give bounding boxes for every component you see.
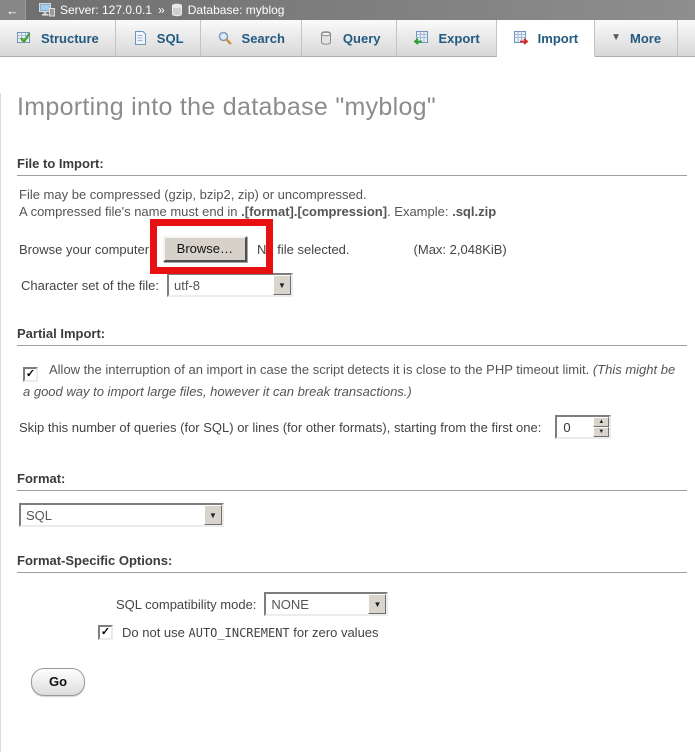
skip-queries-row: Skip this number of queries (for SQL) or… [1,413,695,441]
spinner-buttons: ▲ ▼ [593,417,609,437]
auto-increment-row: ✓ Do not use AUTO_INCREMENT for zero val… [98,625,695,640]
sql-compat-label: SQL compatibility mode: [116,597,256,612]
section-heading-partial-import: Partial Import: [17,326,687,346]
tab-label: Structure [41,31,99,46]
skip-queries-label: Skip this number of queries (for SQL) or… [19,420,541,435]
section-heading-format: Format: [17,471,687,491]
skip-queries-value: 0 [557,417,593,437]
compression-note: File may be compressed (gzip, bzip2, zip… [19,186,687,220]
auto-increment-keyword: AUTO_INCREMENT [189,626,290,640]
tab-label: Import [538,31,578,46]
sql-compat-select[interactable]: NONE ▼ [264,592,388,616]
check-icon: ✓ [101,627,110,638]
tab-export[interactable]: Export [397,20,496,57]
query-database-icon [318,30,334,46]
tab-sql[interactable]: SQL [116,20,201,57]
page-title: Importing into the database "myblog" [17,93,695,122]
tab-search[interactable]: Search [201,20,302,57]
sql-icon [132,30,148,46]
charset-selected-value: utf-8 [169,275,273,295]
auto-increment-label: Do not use AUTO_INCREMENT for zero value… [122,625,379,640]
charset-select[interactable]: utf-8 ▼ [167,273,293,297]
sql-compat-selected-value: NONE [266,594,368,614]
spinner-up-button[interactable]: ▲ [593,417,609,427]
section-heading-format-options: Format-Specific Options: [17,553,687,573]
format-select[interactable]: SQL ▼ [19,503,224,527]
skip-queries-input[interactable]: 0 ▲ ▼ [555,415,611,439]
back-arrow-icon: ← [6,3,19,18]
tab-query[interactable]: Query [302,20,398,57]
search-icon [217,30,233,46]
tabbar-spacer [678,20,695,57]
compression-note-line1: File may be compressed (gzip, bzip2, zip… [19,187,367,202]
allow-interrupt-row: ✓ Allow the interruption of an import in … [23,360,685,401]
browse-button[interactable]: Browse… [163,236,247,262]
tab-structure[interactable]: Structure [0,20,116,57]
go-button[interactable]: Go [31,668,85,696]
tab-label: More [630,31,661,46]
import-form: Importing into the database "myblog" Fil… [0,93,695,752]
compression-note-mid: . Example: [387,204,452,219]
tab-bar: Structure SQL Search [0,20,695,57]
tab-more[interactable]: ▼ More [595,20,678,57]
format-selected-value: SQL [21,505,204,525]
structure-icon [16,30,32,46]
tab-label: Query [343,31,381,46]
back-button[interactable]: ← [0,0,26,20]
check-icon: ✓ [26,369,35,380]
tab-label: SQL [157,31,184,46]
import-icon [513,30,529,46]
section-heading-file-to-import: File to Import: [17,156,687,176]
dropdown-arrow-icon: ▼ [368,594,386,614]
auto-increment-prefix: Do not use [122,625,189,640]
auto-increment-suffix: for zero values [290,625,379,640]
database-icon [171,3,183,17]
charset-row: Character set of the file: utf-8 ▼ [1,270,695,300]
max-upload-size-text: (Max: 2,048KiB) [414,242,507,257]
export-icon [413,30,429,46]
breadcrumb-bar: ← Server: 127.0.0.1 » Database: myblog [0,0,695,20]
dropdown-arrow-icon: ▼ [204,505,222,525]
sql-compat-row: SQL compatibility mode: NONE ▼ [116,591,695,617]
no-file-selected-text: No file selected. [257,242,350,257]
dropdown-arrow-icon: ▼ [273,275,291,295]
tab-label: Export [438,31,479,46]
allow-interrupt-label: Allow the interruption of an import in c… [49,362,593,377]
allow-interrupt-checkbox[interactable]: ✓ [23,367,38,382]
spinner-down-button[interactable]: ▼ [593,427,609,437]
breadcrumb-separator: » [158,3,165,17]
tab-label: Search [242,31,285,46]
breadcrumb-server[interactable]: Server: 127.0.0.1 [60,3,152,17]
example-extension: .sql.zip [452,204,496,219]
compression-note-line2: A compressed file's name must end in [19,204,241,219]
tab-import[interactable]: Import [497,20,595,57]
format-compression-pattern: .[format].[compression] [241,204,387,219]
chevron-down-icon: ▼ [611,33,621,43]
server-icon [39,3,55,17]
breadcrumb-database[interactable]: Database: myblog [188,3,285,17]
phpmyadmin-import-page: ← Server: 127.0.0.1 » Database: myblog [0,0,695,752]
file-upload-row: Browse your computer: Browse… No file se… [1,234,695,264]
auto-increment-checkbox[interactable]: ✓ [98,625,113,640]
charset-label: Character set of the file: [21,278,159,293]
browse-label: Browse your computer: [19,242,153,257]
